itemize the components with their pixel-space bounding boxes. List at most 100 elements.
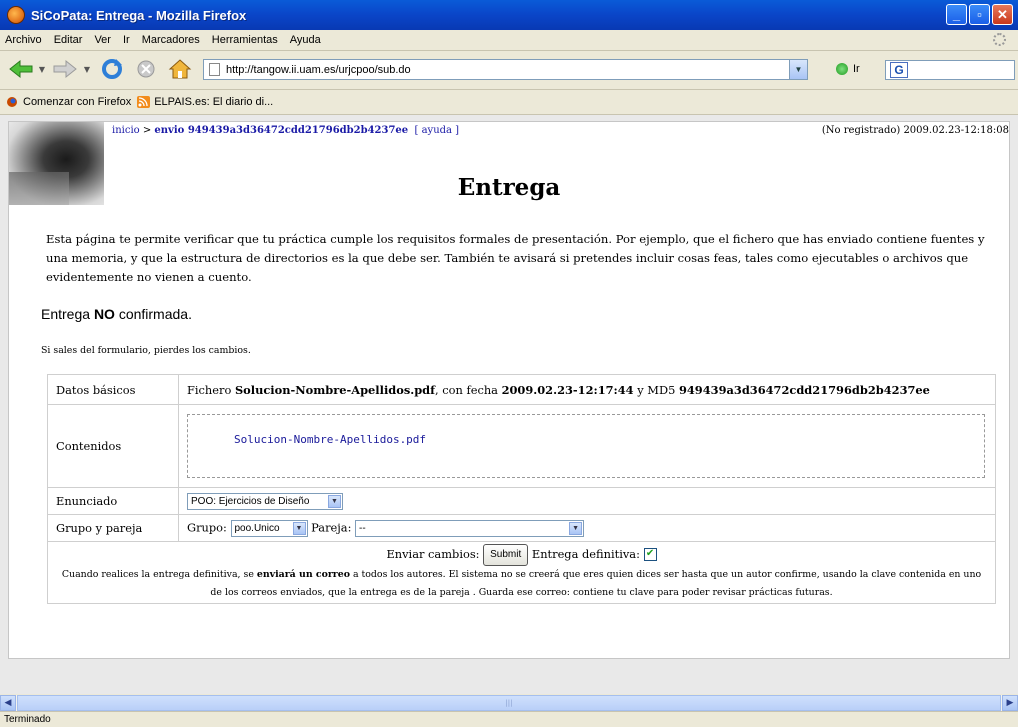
form-row-submit: Enviar cambios: Submit Entrega definitiv… bbox=[47, 541, 996, 604]
maximize-button[interactable]: ▫ bbox=[969, 4, 990, 25]
contents-box: Solucion-Nombre-Apellidos.pdf bbox=[187, 414, 985, 478]
bookmark-item[interactable]: Comenzar con Firefox bbox=[6, 96, 131, 108]
note-part-a: Cuando realices la entrega definitiva, s… bbox=[61, 568, 257, 580]
page-title: Entrega bbox=[457, 174, 561, 201]
final-submission-checkbox[interactable]: ✔ bbox=[643, 548, 657, 561]
statement-select[interactable]: POO: Ejercicios de Diseño ▼ bbox=[187, 492, 343, 510]
basic-data-value: Fichero Solucion-Nombre-Apellidos.pdf, c… bbox=[178, 374, 996, 405]
minimize-button[interactable]: _ bbox=[946, 4, 967, 25]
menu-editar[interactable]: Editar bbox=[54, 34, 83, 46]
scrollbar-thumb[interactable]: ||| bbox=[17, 695, 1001, 711]
leave-warning: Si sales del formulario, pierdes los cam… bbox=[41, 345, 251, 356]
bookmark-item[interactable]: ELPAIS.es: El diario di... bbox=[137, 96, 273, 108]
menu-ayuda[interactable]: Ayuda bbox=[290, 34, 321, 46]
basic-data-label: Datos básicos bbox=[47, 374, 179, 405]
google-icon[interactable]: G bbox=[890, 62, 908, 78]
firefox-icon bbox=[7, 6, 25, 24]
file-date: 2009.02.23-12:17:44 bbox=[501, 382, 634, 397]
state-bold: NO bbox=[93, 306, 115, 322]
user-status: (No registrado) 2009.02.23-12:18:08 bbox=[821, 125, 1009, 136]
statement-value: POO: Ejercicios de Diseño ▼ bbox=[178, 487, 996, 515]
chevron-down-icon: ▼ bbox=[292, 521, 306, 535]
form-row-contents: Contenidos Solucion-Nombre-Apellidos.pdf bbox=[47, 404, 996, 488]
title-bar: SiCoPata: Entrega - Mozilla Firefox _ ▫ … bbox=[0, 0, 1018, 30]
menu-ver[interactable]: Ver bbox=[94, 34, 111, 46]
bookmark-label: ELPAIS.es: El diario di... bbox=[154, 96, 274, 108]
scroll-right-button[interactable]: ▶ bbox=[1002, 695, 1018, 711]
pair-select[interactable]: -- ▼ bbox=[355, 519, 585, 537]
submission-state: Entrega NO confirmada. bbox=[41, 306, 192, 322]
group-selected: poo.Unico bbox=[234, 522, 280, 534]
url-text: http://tangow.ii.uam.es/urjcpoo/sub.do bbox=[226, 63, 411, 76]
contents-file: Solucion-Nombre-Apellidos.pdf bbox=[234, 433, 427, 446]
form-row-basic: Datos básicos Fichero Solucion-Nombre-Ap… bbox=[47, 374, 996, 405]
send-changes-label: Enviar cambios: bbox=[386, 546, 480, 561]
submission-form: Datos básicos Fichero Solucion-Nombre-Ap… bbox=[47, 374, 996, 604]
page-frame: inicio > envio 949439a3d36472cdd21796db2… bbox=[8, 121, 1010, 659]
statement-label: Enunciado bbox=[47, 487, 179, 515]
throbber-icon bbox=[993, 33, 1006, 46]
group-value: Grupo: poo.Unico ▼ Pareja: -- ▼ bbox=[178, 514, 996, 542]
scroll-left-button[interactable]: ◀ bbox=[0, 695, 16, 711]
form-row-statement: Enunciado POO: Ejercicios de Diseño ▼ bbox=[47, 487, 996, 515]
breadcrumb-home-link[interactable]: inicio bbox=[112, 125, 140, 136]
file-md5: 949439a3d36472cdd21796db2b4237ee bbox=[678, 382, 930, 397]
rss-feed-icon bbox=[137, 96, 151, 108]
breadcrumb: inicio > envio 949439a3d36472cdd21796db2… bbox=[112, 125, 459, 136]
go-icon bbox=[836, 63, 848, 75]
back-button[interactable] bbox=[7, 58, 35, 80]
submit-cell: Enviar cambios: Submit Entrega definitiv… bbox=[47, 541, 996, 604]
forward-button[interactable] bbox=[51, 58, 79, 80]
submit-controls: Enviar cambios: Submit Entrega definitiv… bbox=[56, 543, 987, 566]
form-row-group: Grupo y pareja Grupo: poo.Unico ▼ Pareja:… bbox=[47, 514, 996, 542]
home-icon[interactable] bbox=[166, 58, 194, 80]
menu-marcadores[interactable]: Marcadores bbox=[142, 34, 200, 46]
state-suffix: confirmada. bbox=[114, 306, 192, 322]
group-field-label: Grupo: bbox=[187, 520, 227, 534]
back-history-dropdown[interactable]: ▼ bbox=[37, 58, 47, 80]
address-bar[interactable]: http://tangow.ii.uam.es/urjcpoo/sub.do ▼ bbox=[203, 59, 808, 80]
status-text: Terminado bbox=[4, 714, 51, 725]
group-select[interactable]: poo.Unico ▼ bbox=[230, 519, 308, 537]
go-label: Ir bbox=[853, 63, 860, 75]
page-viewport: inicio > envio 949439a3d36472cdd21796db2… bbox=[0, 115, 1018, 694]
menu-ir[interactable]: Ir bbox=[123, 34, 130, 46]
firefox-bookmark-icon bbox=[7, 97, 17, 107]
contents-value: Solucion-Nombre-Apellidos.pdf bbox=[178, 404, 996, 488]
menu-herramientas[interactable]: Herramientas bbox=[212, 34, 278, 46]
window-title: SiCoPata: Entrega - Mozilla Firefox bbox=[31, 7, 247, 23]
stop-icon[interactable] bbox=[133, 58, 159, 80]
breadcrumb-separator: > bbox=[142, 125, 152, 136]
horizontal-scrollbar[interactable]: ◀ ||| ▶ bbox=[0, 695, 1018, 711]
statement-selected: POO: Ejercicios de Diseño bbox=[191, 495, 310, 507]
menu-bar: Archivo Editar Ver Ir Marcadores Herrami… bbox=[0, 30, 1018, 51]
group-label: Grupo y pareja bbox=[47, 514, 179, 542]
search-box[interactable]: G bbox=[885, 60, 1015, 80]
help-link[interactable]: [ ayuda ] bbox=[415, 125, 460, 136]
chevron-down-icon: ▼ bbox=[328, 494, 341, 508]
file-prefix: Fichero bbox=[187, 382, 235, 397]
date-text: , con fecha bbox=[435, 382, 502, 397]
page-icon bbox=[209, 63, 220, 76]
reload-icon[interactable] bbox=[99, 58, 125, 80]
contents-label: Contenidos bbox=[47, 404, 179, 488]
submission-note: Cuando realices la entrega definitiva, s… bbox=[56, 566, 987, 602]
go-button[interactable]: Ir bbox=[836, 63, 860, 75]
navigation-toolbar: ▼ ▼ http://tangow.ii.uam.es/urjcpoo/sub.… bbox=[0, 51, 1018, 90]
status-bar: Terminado bbox=[0, 711, 1018, 727]
chevron-down-icon: ▼ bbox=[569, 521, 583, 535]
submit-button[interactable]: Submit bbox=[483, 543, 529, 566]
url-history-dropdown[interactable]: ▼ bbox=[789, 60, 807, 79]
state-prefix: Entrega bbox=[41, 306, 94, 322]
md5-text: y MD5 bbox=[633, 382, 679, 397]
note-bold: enviará un correo bbox=[256, 568, 350, 580]
menu-archivo[interactable]: Archivo bbox=[5, 34, 42, 46]
file-name: Solucion-Nombre-Apellidos.pdf bbox=[234, 382, 436, 397]
final-submission-label: Entrega definitiva: bbox=[531, 546, 640, 561]
intro-paragraph: Esta página te permite verificar que tu … bbox=[46, 232, 985, 284]
forward-history-dropdown[interactable]: ▼ bbox=[82, 58, 92, 80]
pair-selected: -- bbox=[359, 522, 366, 534]
breadcrumb-current[interactable]: envio 949439a3d36472cdd21796db2b4237ee bbox=[154, 125, 408, 136]
close-button[interactable]: ✕ bbox=[992, 4, 1013, 25]
bookmark-label: Comenzar con Firefox bbox=[23, 96, 132, 108]
